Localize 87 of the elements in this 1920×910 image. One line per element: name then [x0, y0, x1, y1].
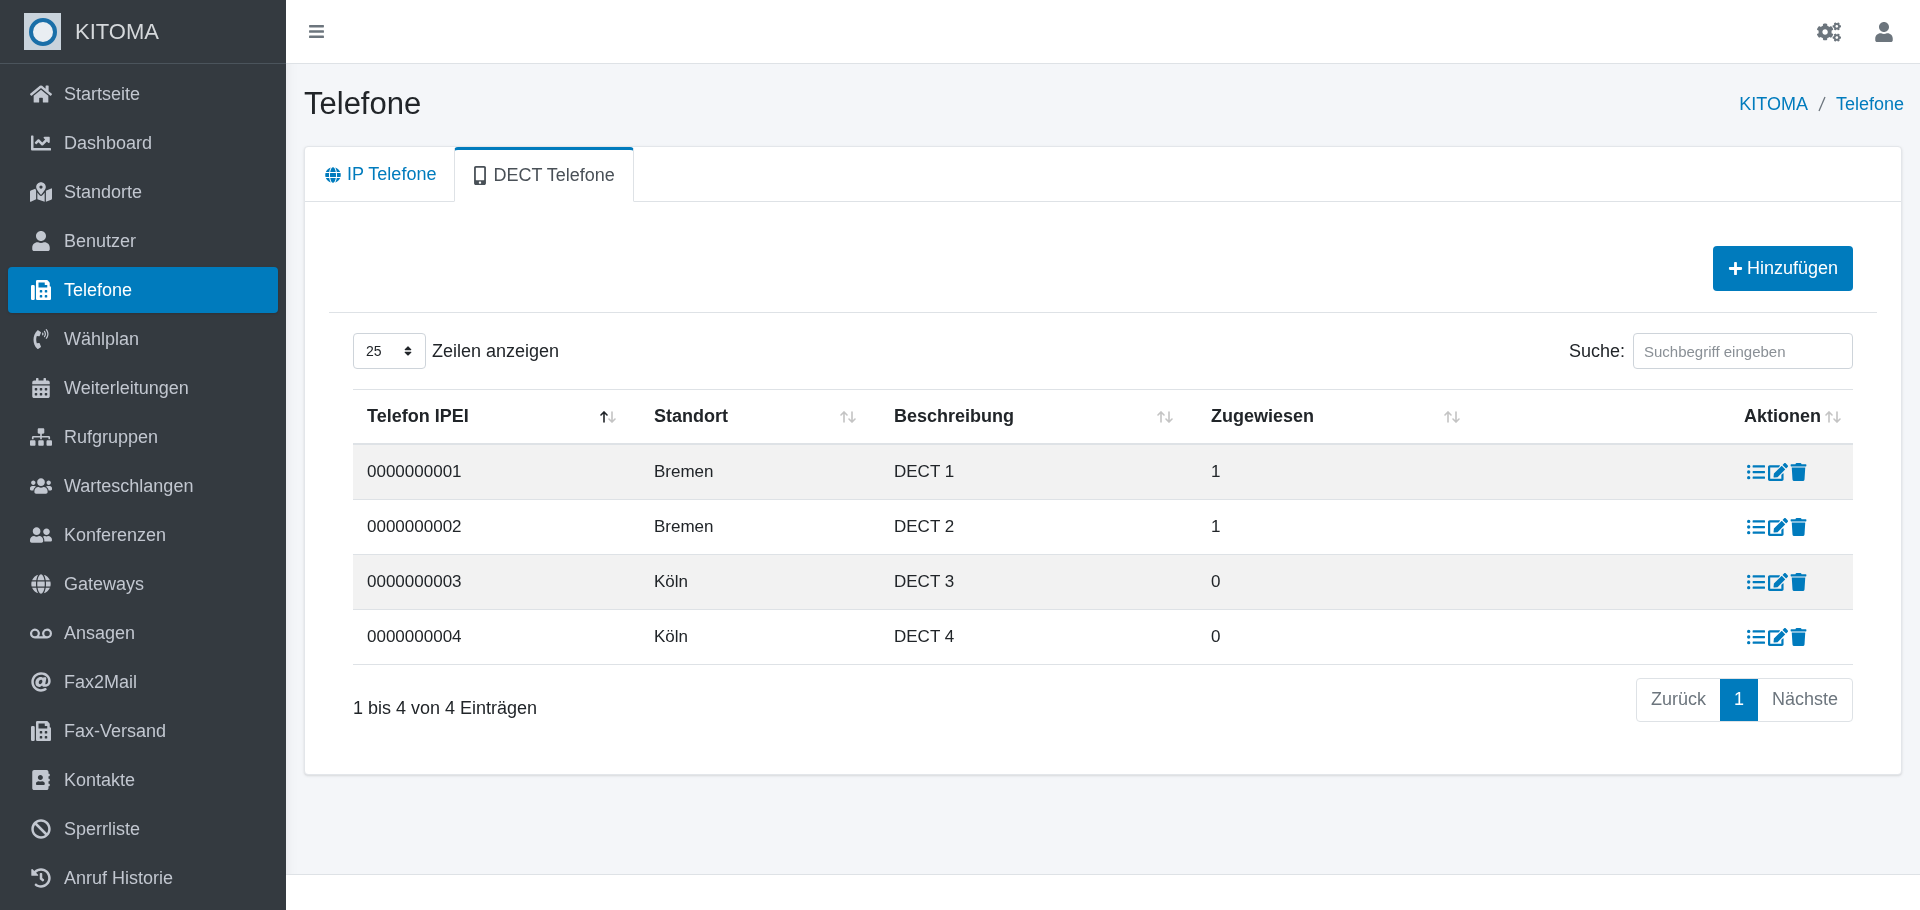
tab[interactable]: IP Telefone — [307, 147, 455, 202]
table-cell: 0000000003 — [367, 572, 462, 592]
column-header[interactable]: Beschreibung — [894, 403, 1015, 430]
sidebar-item[interactable]: Sperrliste — [8, 806, 278, 852]
logo-icon — [24, 13, 61, 50]
trash-icon[interactable] — [1790, 573, 1807, 591]
users-icon — [30, 476, 52, 496]
sidebar-item[interactable]: Anruf Historie — [8, 855, 278, 901]
line-chart-icon — [30, 133, 52, 153]
contact-card-icon — [30, 770, 52, 790]
table-cell: 0000000002 — [367, 517, 462, 537]
table-cell: 0 — [1211, 572, 1221, 592]
ban-icon — [30, 819, 52, 839]
table-cell: Köln — [654, 627, 689, 647]
menu-icon[interactable] — [308, 23, 325, 40]
trash-icon[interactable] — [1790, 628, 1807, 646]
sidebar-item[interactable]: Standorte — [8, 169, 278, 215]
table-cell: 0 — [1211, 627, 1221, 647]
at-sign-icon — [30, 672, 52, 692]
table-cell: 1 — [1211, 462, 1221, 482]
rows-per-page-label: Zeilen anzeigen — [432, 339, 560, 363]
home-icon — [30, 84, 52, 104]
table-cell: DECT 1 — [894, 462, 955, 482]
globe-icon — [325, 166, 341, 183]
plus-icon — [1727, 261, 1743, 276]
add-button[interactable]: Hinzufügen — [1712, 246, 1853, 291]
rows-per-page-select[interactable]: 25 — [353, 333, 426, 369]
table-cell: 0000000004 — [367, 627, 462, 647]
sidebar-item[interactable]: Weiterleitungen — [8, 365, 278, 411]
search-field[interactable]: Suchbegriff eingeben — [1633, 333, 1853, 369]
mobile-phone-icon — [473, 166, 488, 185]
settings-icon[interactable] — [1817, 21, 1841, 42]
edit-icon[interactable] — [1768, 573, 1788, 591]
table-cell: 0000000001 — [367, 462, 462, 482]
sidebar-item[interactable]: Rufgruppen — [8, 414, 278, 460]
column-header[interactable]: Zugewiesen — [1211, 403, 1315, 430]
list-icon[interactable] — [1746, 573, 1766, 591]
fax-icon — [30, 721, 52, 741]
globe-icon — [30, 574, 52, 594]
user-icon[interactable] — [1875, 21, 1893, 42]
sidebar-item[interactable]: Fax2Mail — [8, 659, 278, 705]
edit-icon[interactable] — [1768, 463, 1788, 481]
sidebar-item[interactable]: Wählplan — [8, 316, 278, 362]
sidebar-item[interactable]: Warteschlangen — [8, 463, 278, 509]
table-cell: Bremen — [654, 462, 714, 482]
table-cell: Köln — [654, 572, 689, 592]
table-cell: DECT 4 — [894, 627, 955, 647]
trash-icon[interactable] — [1790, 518, 1807, 536]
sidebar-item[interactable]: Fax-Versand — [8, 708, 278, 754]
tab[interactable]: DECT Telefone — [454, 147, 634, 202]
column-header[interactable]: Standort — [654, 403, 728, 430]
sitemap-icon — [30, 427, 52, 447]
trash-icon[interactable] — [1790, 463, 1807, 481]
breadcrumb-link[interactable]: Telefone — [1835, 90, 1904, 118]
column-header[interactable]: Telefon IPEI — [367, 403, 469, 430]
user-icon — [30, 231, 52, 251]
user-group-icon — [30, 525, 52, 545]
sort-icon — [403, 345, 413, 357]
sidebar-item[interactable]: Konferenzen — [8, 512, 278, 558]
edit-icon[interactable] — [1768, 518, 1788, 536]
previous-page-button[interactable]: Zurück — [1636, 678, 1720, 721]
list-icon[interactable] — [1746, 628, 1766, 646]
table-cell: DECT 2 — [894, 517, 955, 537]
history-icon — [30, 868, 52, 888]
list-icon[interactable] — [1746, 463, 1766, 481]
sidebar-item[interactable]: Telefone — [8, 267, 278, 313]
breadcrumb-link[interactable]: KITOMA — [1739, 90, 1808, 118]
breadcrumb-separator — [1817, 96, 1826, 112]
table-cell: DECT 3 — [894, 572, 955, 592]
sidebar-item[interactable]: Dashboard — [8, 120, 278, 166]
table-cell: Bremen — [654, 517, 714, 537]
sidebar-item[interactable]: Startseite — [8, 71, 278, 117]
map-marker-icon — [30, 182, 52, 202]
page-button[interactable]: 1 — [1719, 678, 1758, 721]
brand-name[interactable]: KITOMA — [75, 15, 159, 48]
column-header[interactable]: Aktionen — [1744, 403, 1821, 430]
page-title: Telefone — [304, 84, 422, 123]
next-page-button[interactable]: Nächste — [1757, 678, 1852, 721]
table-cell: 1 — [1211, 517, 1221, 537]
list-icon[interactable] — [1746, 518, 1766, 536]
entries-info: 1 bis 4 von 4 Einträgen — [353, 697, 538, 720]
sidebar-item[interactable]: Benutzer — [8, 218, 278, 264]
sidebar-item[interactable]: Gateways — [8, 561, 278, 607]
search-label: Suche: — [1568, 339, 1625, 363]
sidebar-item[interactable]: Ansagen — [8, 610, 278, 656]
sidebar-item[interactable]: Kontakte — [8, 757, 278, 803]
edit-icon[interactable] — [1768, 628, 1788, 646]
